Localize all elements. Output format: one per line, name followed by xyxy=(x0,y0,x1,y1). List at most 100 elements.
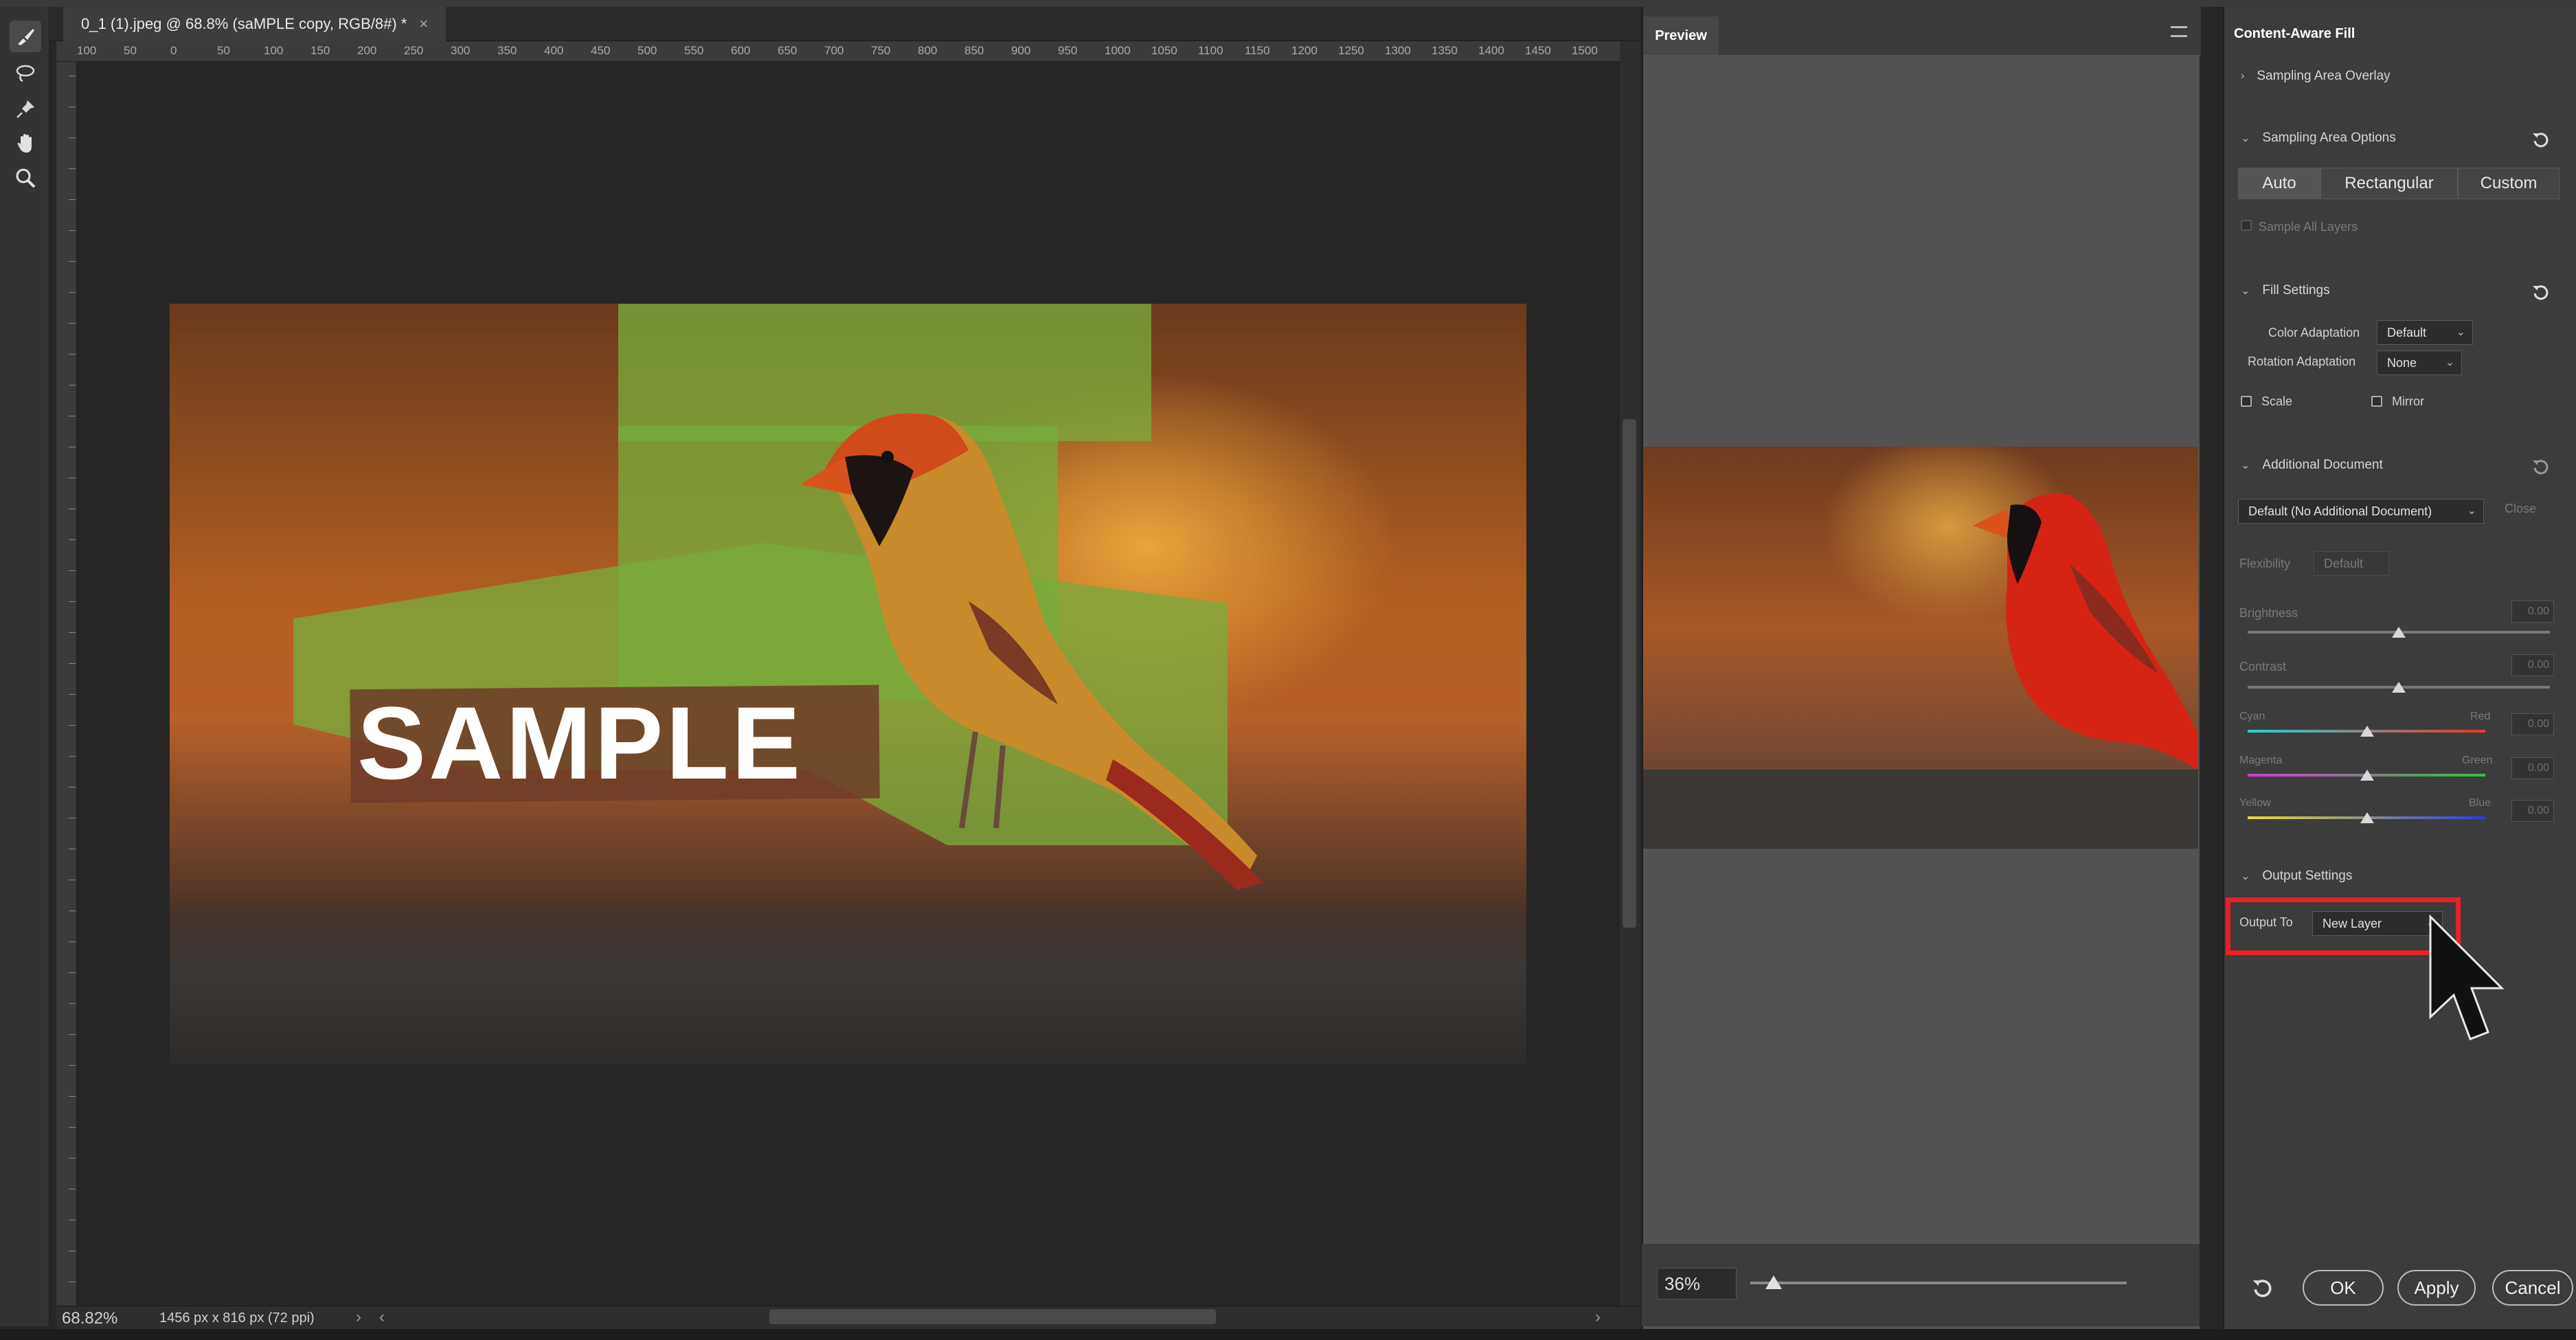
reset-all-icon[interactable] xyxy=(2250,1275,2275,1300)
additional-document-dropdown[interactable]: Default (No Additional Document) ⌄ xyxy=(2238,499,2484,524)
ruler-tick xyxy=(69,941,76,942)
ruler-tick xyxy=(69,1003,76,1004)
document-tab-title: 0_1 (1).jpeg @ 68.8% (saMPLE copy, RGB/8… xyxy=(81,15,407,32)
fill-settings-section[interactable]: ⌄ Fill Settings xyxy=(2241,283,2330,298)
pin-tool-icon[interactable] xyxy=(10,93,41,125)
sampling-custom-button[interactable]: Custom xyxy=(2458,168,2560,199)
document-tab[interactable]: 0_1 (1).jpeg @ 68.8% (saMPLE copy, RGB/8… xyxy=(63,7,447,41)
cancel-button[interactable]: Cancel xyxy=(2492,1270,2573,1306)
taskbar-strip xyxy=(0,1329,2576,1340)
cyan-red-input[interactable]: 0.00 xyxy=(2511,713,2554,735)
additional-document-value: Default (No Additional Document) xyxy=(2248,504,2432,518)
green-label: Green xyxy=(2462,755,2493,766)
section-label: Sampling Area Overlay xyxy=(2257,69,2391,83)
ruler-tick xyxy=(69,1189,76,1190)
lasso-tool-icon[interactable] xyxy=(10,58,41,89)
flexibility-label: Flexibility xyxy=(2239,557,2291,570)
magenta-green-thumb[interactable] xyxy=(2360,770,2374,781)
sampling-auto-button[interactable]: Auto xyxy=(2238,168,2320,199)
contrast-thumb[interactable] xyxy=(2392,682,2406,693)
mouse-cursor-icon xyxy=(2429,914,2505,1040)
reset-additional-icon[interactable] xyxy=(2529,455,2553,478)
mirror-checkbox[interactable] xyxy=(2371,396,2382,407)
rotation-adaptation-dropdown[interactable]: None ⌄ xyxy=(2377,350,2462,375)
preview-zoom-input[interactable]: 36% xyxy=(1657,1268,1737,1299)
color-adaptation-dropdown[interactable]: Default ⌄ xyxy=(2377,320,2473,345)
yellow-blue-thumb[interactable] xyxy=(2360,812,2374,823)
chevron-down-icon: ⌄ xyxy=(2456,326,2465,338)
scale-checkbox[interactable] xyxy=(2241,396,2252,407)
blue-label: Blue xyxy=(2469,797,2492,809)
additional-document-section[interactable]: ⌄ Additional Document xyxy=(2241,458,2383,473)
sampling-area-overlay-section[interactable]: › Sampling Area Overlay xyxy=(2241,69,2391,84)
section-label: Sampling Area Options xyxy=(2262,131,2396,145)
chevron-down-icon: ⌄ xyxy=(2241,133,2250,144)
status-arrow-icon[interactable]: › xyxy=(356,1308,361,1327)
section-label: Fill Settings xyxy=(2262,283,2330,298)
sample-all-layers-checkbox[interactable] xyxy=(2241,220,2252,231)
close-tab-icon[interactable]: × xyxy=(419,15,428,33)
section-label: Output Settings xyxy=(2262,869,2353,883)
preview-header: Preview xyxy=(1643,7,2201,55)
horizontal-ruler: 100 50 0 50 100 150 200 250 300 350 400 450 500 550 60… xyxy=(56,41,1620,62)
scroll-left-icon[interactable]: ‹ xyxy=(379,1308,385,1327)
ruler-tick xyxy=(69,601,76,602)
horizontal-scroll-thumb[interactable] xyxy=(769,1309,1216,1324)
yellow-blue-input[interactable]: 0.00 xyxy=(2511,800,2554,822)
yellow-label: Yellow xyxy=(2239,797,2271,809)
cyan-label: Cyan xyxy=(2239,711,2266,722)
color-adaptation-label: Color Adaptation xyxy=(2268,326,2360,339)
ok-button[interactable]: OK xyxy=(2303,1270,2384,1306)
ruler-tick xyxy=(69,199,76,200)
close-button[interactable]: Close xyxy=(2505,502,2536,516)
preview-image xyxy=(1643,447,2198,849)
ruler-label: 1300 xyxy=(1385,44,1411,57)
flexibility-value: Default xyxy=(2324,556,2364,570)
preview-zoom-slider[interactable] xyxy=(1750,1282,2127,1284)
zoom-tool-icon[interactable] xyxy=(10,162,41,194)
chevron-down-icon: ⌄ xyxy=(2241,871,2250,882)
panel-menu-icon[interactable] xyxy=(2171,26,2187,37)
preview-tab[interactable]: Preview xyxy=(1643,16,1719,55)
sampling-rectangular-button[interactable]: Rectangular xyxy=(2320,168,2458,199)
ruler-label: 1450 xyxy=(1525,44,1551,57)
top-strip xyxy=(0,0,2576,7)
scroll-right-icon[interactable]: › xyxy=(1595,1308,1601,1327)
ruler-tick xyxy=(69,1096,76,1097)
apply-button[interactable]: Apply xyxy=(2397,1270,2476,1306)
zoom-status: 68.82% xyxy=(62,1309,118,1328)
scale-label: Scale xyxy=(2261,394,2293,408)
chevron-down-icon: ⌄ xyxy=(2445,357,2454,368)
cyan-red-thumb[interactable] xyxy=(2360,726,2374,737)
brightness-thumb[interactable] xyxy=(2392,627,2406,638)
ruler-tick xyxy=(69,1034,76,1035)
ruler-label: 950 xyxy=(1058,44,1078,57)
ruler-label: 1500 xyxy=(1572,44,1598,57)
sampling-area-options-section[interactable]: ⌄ Sampling Area Options xyxy=(2241,131,2396,146)
ruler-tick xyxy=(69,694,76,695)
section-label: Additional Document xyxy=(2262,458,2383,472)
chevron-down-icon: ⌄ xyxy=(2241,460,2250,471)
reset-fill-icon[interactable] xyxy=(2529,280,2553,304)
vertical-scroll-thumb[interactable] xyxy=(1623,419,1636,928)
ruler-tick xyxy=(69,787,76,788)
ruler-label: 450 xyxy=(591,44,611,57)
ruler-tick xyxy=(69,385,76,386)
output-settings-section[interactable]: ⌄ Output Settings xyxy=(2241,869,2352,884)
chevron-down-icon: ⌄ xyxy=(2241,285,2250,297)
preview-zoom-thumb[interactable] xyxy=(1765,1275,1782,1289)
brightness-input[interactable]: 0.00 xyxy=(2511,601,2554,623)
ruler-label: 200 xyxy=(357,44,377,57)
ruler-label: 500 xyxy=(637,44,657,57)
ruler-label: 700 xyxy=(824,44,844,57)
preview-cardinal xyxy=(1643,493,2198,849)
hand-tool-icon[interactable] xyxy=(10,128,41,159)
ruler-label: 1350 xyxy=(1432,44,1458,57)
reset-sampling-icon[interactable] xyxy=(2529,128,2553,151)
flexibility-dropdown[interactable]: Default xyxy=(2314,551,2389,576)
brush-tool-icon[interactable] xyxy=(10,21,41,52)
magenta-green-input[interactable]: 0.00 xyxy=(2511,757,2554,779)
contrast-input[interactable]: 0.00 xyxy=(2511,654,2554,676)
ruler-label: 1400 xyxy=(1478,44,1504,57)
brightness-label: Brightness xyxy=(2239,606,2298,620)
